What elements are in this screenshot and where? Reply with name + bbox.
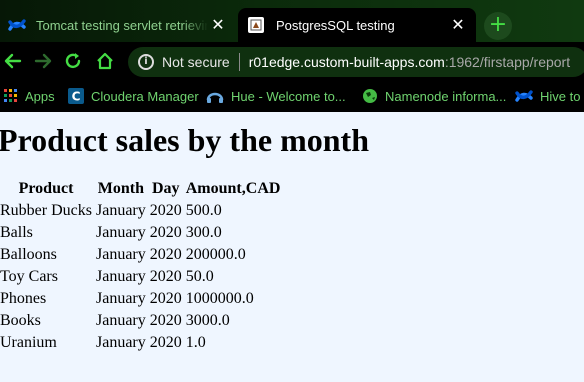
apps-grid-icon xyxy=(4,89,18,103)
table-cell: Balls xyxy=(0,224,33,241)
new-tab-button[interactable]: + xyxy=(484,12,512,40)
table-cell: 500.0 xyxy=(185,202,222,219)
globe-icon xyxy=(362,88,378,104)
bookmark-label: Hue - Welcome to... xyxy=(231,88,346,104)
table-row: Rubber Ducks January 2020 500.0 xyxy=(0,200,280,222)
confluence-icon xyxy=(515,90,533,102)
bookmark-label: Apps xyxy=(25,88,55,104)
home-icon xyxy=(97,52,113,70)
confluence-icon xyxy=(8,19,26,31)
table-cell: Toy Cars xyxy=(0,268,58,285)
home-button[interactable] xyxy=(94,50,116,72)
forward-arrow-icon xyxy=(34,53,52,69)
back-arrow-icon xyxy=(4,53,22,69)
bookmark-namenode[interactable]: Namenode informa... xyxy=(362,86,506,106)
table-cell: January xyxy=(95,246,146,263)
bookmark-label: Cloudera Manager xyxy=(91,88,199,104)
tab-close-button[interactable]: ✕ xyxy=(208,17,228,33)
table-cell: Uranium xyxy=(0,334,57,351)
bookmarks-bar: Apps C Cloudera Manager Hue - Welcome to… xyxy=(0,80,584,112)
table-cell: 1000000.0 xyxy=(185,290,254,307)
table-cell: 200000.0 xyxy=(185,246,246,263)
back-button[interactable] xyxy=(2,50,24,72)
sales-table: Product Month Day Amount,CAD Rubber Duck… xyxy=(0,178,280,354)
table-row: Uranium January 2020 1.0 xyxy=(0,332,280,354)
table-cell: 2020 xyxy=(149,312,182,329)
table-cell: 2020 xyxy=(149,268,182,285)
table-cell: 1.0 xyxy=(185,334,206,351)
table-cell: 2020 xyxy=(149,334,182,351)
svg-text:C: C xyxy=(72,90,81,104)
cloudera-icon: C xyxy=(68,88,84,104)
table-cell: January xyxy=(95,312,146,329)
divider xyxy=(238,53,240,71)
table-cell: January xyxy=(95,202,146,219)
table-row: Phones January 2020 1000000.0 xyxy=(0,288,280,310)
bookmark-cloudera[interactable]: C Cloudera Manager xyxy=(68,86,199,106)
tab-postgres[interactable]: PostgresSQL testing ✕ xyxy=(238,8,476,42)
table-cell: January xyxy=(95,334,146,351)
table-cell: Balloons xyxy=(0,246,57,263)
page-content: Product sales by the month Product Month… xyxy=(0,112,584,382)
forward-button[interactable] xyxy=(32,50,54,72)
table-cell: 2020 xyxy=(149,290,182,307)
column-header: Day xyxy=(151,180,180,197)
table-cell: Books xyxy=(0,312,41,329)
table-body: Rubber Ducks January 2020 500.0 Balls January… xyxy=(0,200,280,354)
url-text: r01edge.custom-built-apps.com:1962/first… xyxy=(249,54,570,70)
table-row: Books January 2020 3000.0 xyxy=(0,310,280,332)
tab-close-button[interactable]: ✕ xyxy=(448,17,468,33)
reload-icon xyxy=(65,53,81,69)
table-cell: 3000.0 xyxy=(185,312,230,329)
table-cell: 2020 xyxy=(149,202,182,219)
table-cell: January xyxy=(95,224,146,241)
url-host: r01edge.custom-built-apps.com xyxy=(248,54,445,70)
tab-tomcat[interactable]: Tomcat testing servlet retrieving d ✕ xyxy=(0,8,236,42)
table-cell: January xyxy=(95,290,146,307)
table-header-row: Product Month Day Amount,CAD xyxy=(0,178,281,200)
table-row: Balls January 2020 300.0 xyxy=(0,222,280,244)
table-cell: 2020 xyxy=(149,246,182,263)
column-header: Amount,CAD xyxy=(185,180,281,197)
toolbar: i Not secure r01edge.custom-built-apps.c… xyxy=(0,42,584,80)
column-header: Month xyxy=(97,180,144,197)
tab-title: PostgresSQL testing xyxy=(276,17,395,33)
info-icon[interactable]: i xyxy=(138,54,154,70)
postgres-page-icon xyxy=(248,17,264,33)
table-row: Toy Cars January 2020 50.0 xyxy=(0,266,280,288)
table-cell: 300.0 xyxy=(185,224,222,241)
bookmark-apps[interactable]: Apps xyxy=(4,86,55,106)
bookmark-label: Hive to Phoe xyxy=(540,88,584,104)
tab-strip: Tomcat testing servlet retrieving d ✕ Po… xyxy=(0,0,584,42)
table-row: Balloons January 2020 200000.0 xyxy=(0,244,280,266)
hue-icon xyxy=(206,88,224,104)
url-path: :1962/firstapp/report xyxy=(444,54,571,70)
tab-title: Tomcat testing servlet retrieving d xyxy=(36,17,208,33)
bookmark-label: Namenode informa... xyxy=(385,88,507,104)
table-cell: Phones xyxy=(0,290,47,307)
table-cell: Rubber Ducks xyxy=(0,202,92,219)
address-bar[interactable]: i Not secure r01edge.custom-built-apps.c… xyxy=(128,47,584,77)
reload-button[interactable] xyxy=(62,50,84,72)
bookmark-hue[interactable]: Hue - Welcome to... xyxy=(206,86,346,106)
column-header: Product xyxy=(18,180,74,197)
table-cell: January xyxy=(95,268,146,285)
table-cell: 50.0 xyxy=(185,268,214,285)
browser-chrome: Tomcat testing servlet retrieving d ✕ Po… xyxy=(0,0,584,112)
bookmark-hive[interactable]: Hive to Phoe xyxy=(515,86,584,106)
page-title: Product sales by the month xyxy=(0,122,369,158)
security-label: Not secure xyxy=(162,54,230,70)
table-cell: 2020 xyxy=(149,224,182,241)
